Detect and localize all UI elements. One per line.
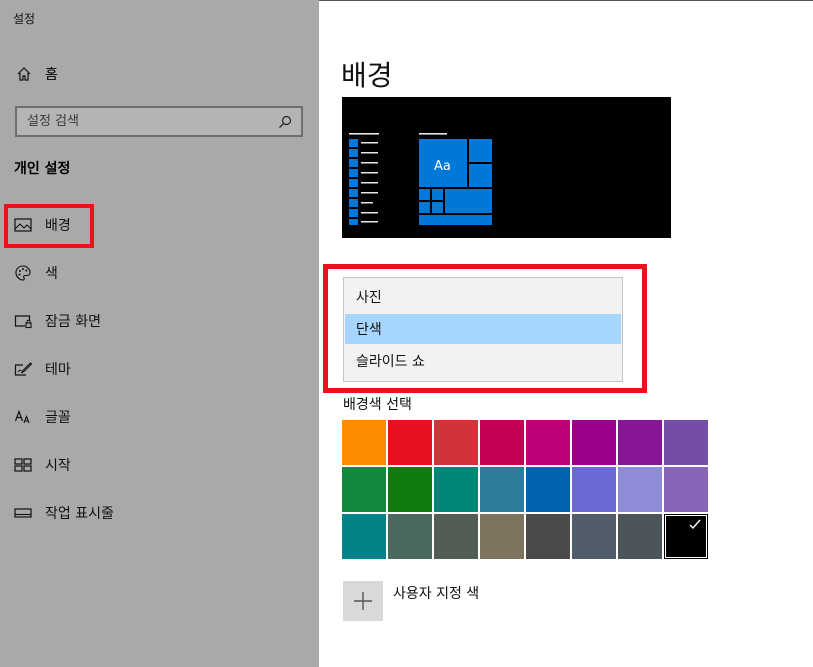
color-swatch[interactable] [618, 514, 662, 559]
sidebar-item-label: 작업 표시줄 [45, 506, 114, 522]
color-swatch[interactable] [342, 467, 386, 512]
section-title: 개인 설정 [14, 161, 71, 177]
color-swatch[interactable] [526, 467, 570, 512]
color-swatch[interactable] [342, 514, 386, 559]
sidebar-item-label: 글꼴 [45, 410, 71, 426]
start-grid-icon [14, 456, 32, 474]
app-title: 설정 [13, 12, 36, 26]
custom-color-button[interactable] [343, 581, 383, 621]
font-icon [14, 408, 32, 426]
page-title: 배경 [341, 59, 393, 92]
nav-list: 배경 색 잠금 화면 테마 글꼴 시작 작업 표시줄 [0, 201, 319, 537]
color-swatch[interactable] [388, 467, 432, 512]
theme-brush-icon [14, 360, 32, 378]
color-swatch[interactable] [434, 467, 478, 512]
lock-screen-icon [14, 312, 32, 330]
preview-tile-text: Aa [434, 159, 451, 174]
plus-icon [354, 592, 372, 610]
preview-desktop-mock [349, 133, 492, 225]
home-icon [15, 65, 33, 83]
custom-color-label[interactable]: 사용자 지정 색 [393, 583, 479, 603]
dropdown-option-slideshow[interactable]: 슬라이드 쇼 [345, 346, 621, 376]
search-box[interactable] [15, 106, 303, 137]
sidebar-item-lock-screen[interactable]: 잠금 화면 [0, 297, 319, 345]
sidebar-item-taskbar[interactable]: 작업 표시줄 [0, 489, 319, 537]
search-input[interactable] [17, 108, 275, 135]
sidebar-item-label: 배경 [45, 218, 71, 234]
color-section-label: 배경색 선택 [343, 397, 412, 413]
search-icon[interactable] [277, 114, 293, 130]
sidebar-item-color[interactable]: 색 [0, 249, 319, 297]
sidebar-item-start[interactable]: 시작 [0, 441, 319, 489]
palette-icon [14, 264, 32, 282]
color-swatch[interactable] [618, 420, 662, 465]
color-swatch[interactable] [342, 420, 386, 465]
color-swatch[interactable] [572, 420, 616, 465]
color-swatch[interactable] [572, 467, 616, 512]
sidebar-item-label: 색 [45, 266, 58, 282]
color-swatch[interactable] [526, 514, 570, 559]
taskbar-icon [14, 504, 32, 522]
color-swatch[interactable] [480, 420, 524, 465]
sidebar-item-theme[interactable]: 테마 [0, 345, 319, 393]
sidebar-item-label: 잠금 화면 [45, 314, 101, 330]
top-divider [319, 0, 813, 1]
nav-home[interactable]: 홈 [15, 62, 58, 86]
color-swatch[interactable] [388, 420, 432, 465]
sidebar-item-fonts[interactable]: 글꼴 [0, 393, 319, 441]
color-swatch[interactable] [480, 514, 524, 559]
color-swatch[interactable] [388, 514, 432, 559]
color-swatch[interactable] [526, 420, 570, 465]
sidebar-item-background[interactable]: 배경 [0, 201, 319, 249]
check-icon [689, 519, 701, 530]
dropdown-option-solid-color[interactable]: 단색 [345, 314, 621, 344]
color-swatch[interactable] [664, 467, 708, 512]
sidebar-item-label: 시작 [45, 458, 71, 474]
background-type-dropdown[interactable]: 사진 단색 슬라이드 쇼 [343, 277, 623, 382]
color-swatch[interactable] [434, 420, 478, 465]
dropdown-option-picture[interactable]: 사진 [345, 282, 621, 312]
picture-icon [14, 216, 32, 234]
color-swatch[interactable] [664, 420, 708, 465]
color-swatch[interactable] [572, 514, 616, 559]
background-preview: Aa [342, 97, 671, 238]
sidebar-item-label: 테마 [45, 362, 71, 378]
color-swatch[interactable] [480, 467, 524, 512]
color-swatch[interactable] [434, 514, 478, 559]
nav-home-label: 홈 [45, 67, 58, 83]
color-swatch[interactable] [618, 467, 662, 512]
color-swatch[interactable] [664, 514, 708, 559]
